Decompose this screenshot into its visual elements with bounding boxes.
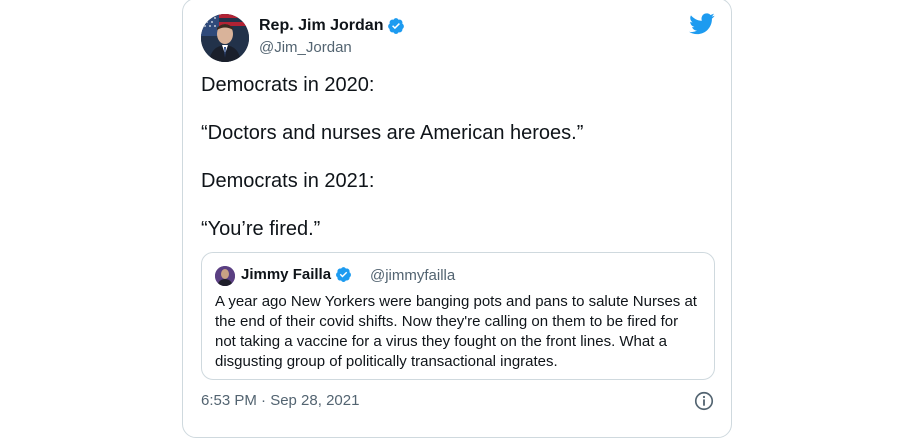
tweet-line: “You’re fired.” [201, 218, 321, 240]
verified-badge-icon [336, 267, 351, 282]
author-name-text[interactable]: Rep. Jim Jordan [259, 17, 383, 35]
tweet-line: Democrats in 2020: [201, 74, 375, 96]
quoted-author-avatar[interactable] [215, 266, 235, 286]
info-icon[interactable] [693, 390, 715, 412]
author-avatar[interactable] [201, 14, 249, 62]
tweet-text: Democrats in 2020: “Doctors and nurses a… [201, 73, 711, 265]
tweet-line: “Doctors and nurses are American heroes.… [201, 122, 584, 144]
verified-badge-icon [388, 18, 405, 34]
tweet-card: Rep. Jim Jordan @Jim_Jordan Democrats in… [182, 0, 732, 438]
twitter-logo-icon[interactable] [689, 13, 715, 35]
quoted-author-handle[interactable]: @jimmyfailla [370, 267, 455, 284]
quoted-author-name[interactable]: Jimmy Failla [241, 266, 352, 283]
author-name[interactable]: Rep. Jim Jordan [259, 17, 405, 35]
quoted-author-name-text[interactable]: Jimmy Failla [241, 266, 331, 283]
quoted-tweet-text: A year ago New Yorkers were banging pots… [215, 293, 697, 370]
tweet-line: Democrats in 2021: [201, 170, 375, 192]
quoted-tweet[interactable]: Jimmy Failla @jimmyfailla A year ago New… [201, 252, 715, 380]
tweet-timestamp[interactable]: 6:53 PM · Sep 28, 2021 [201, 392, 359, 409]
author-handle[interactable]: @Jim_Jordan [259, 39, 352, 56]
